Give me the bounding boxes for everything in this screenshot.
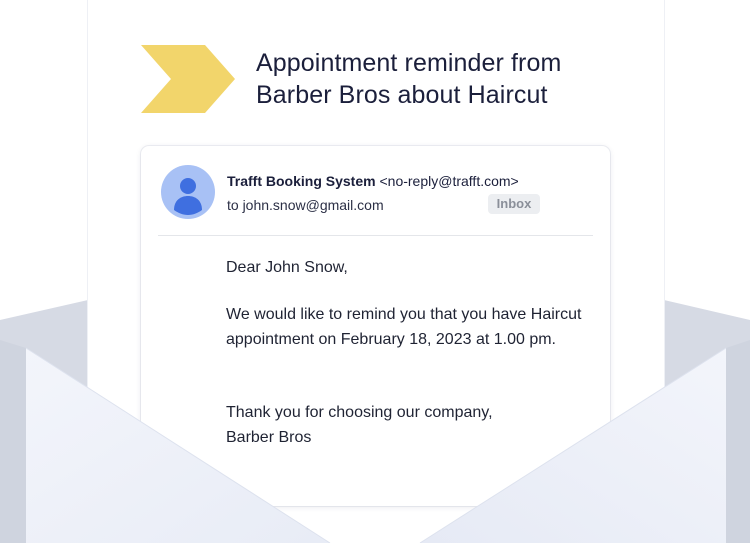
title-line-2: Barber Bros about Haircut (256, 81, 548, 109)
closing-line-2: Barber Bros (226, 428, 312, 446)
sender-line: Trafft Booking System <no-reply@trafft.c… (227, 173, 519, 189)
user-avatar-icon (161, 165, 215, 219)
sender-address: <no-reply@trafft.com> (379, 173, 519, 189)
recipient-line: to john.snow@gmail.com (227, 197, 384, 213)
title-line-1: Appointment reminder from (256, 49, 562, 77)
email-paragraph: We would like to remind you that you hav… (226, 306, 582, 348)
chevron-arrow-icon (141, 45, 235, 113)
email-greeting: Dear John Snow, (226, 259, 348, 276)
email-card[interactable]: Trafft Booking System <no-reply@trafft.c… (141, 146, 610, 506)
closing-line-1: Thank you for choosing our company, (226, 404, 493, 421)
sender-name: Trafft Booking System (227, 173, 376, 189)
inbox-badge[interactable]: Inbox (488, 194, 540, 214)
page-title: Appointment reminder from Barber Bros ab… (256, 47, 636, 111)
email-closing: Thank you for choosing our company, Barb… (226, 401, 586, 450)
divider (158, 235, 593, 236)
